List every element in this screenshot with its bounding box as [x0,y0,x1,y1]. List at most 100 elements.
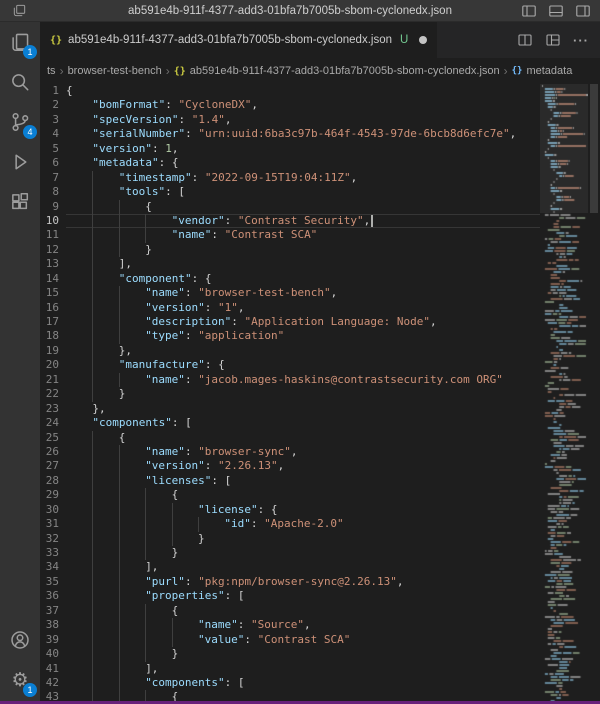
line-number[interactable]: 7 [40,171,66,185]
code-line-13[interactable]: 13], [40,257,540,271]
line-number[interactable]: 11 [40,228,66,242]
code-line-41[interactable]: 41], [40,662,540,676]
code-line-31[interactable]: 31"id": "Apache-2.0" [40,517,540,531]
toggle-secondary-sidebar-button[interactable] [574,2,592,20]
line-number[interactable]: 42 [40,676,66,690]
code-line-20[interactable]: 20"manufacture": { [40,358,540,372]
line-number[interactable]: 26 [40,445,66,459]
line-number[interactable]: 17 [40,315,66,329]
line-number[interactable]: 29 [40,488,66,502]
code-line-38[interactable]: 38"name": "Source", [40,618,540,632]
tab-sbom-json[interactable]: {} ab591e4b-911f-4377-add3-01bfa7b7005b-… [40,22,437,58]
line-number[interactable]: 30 [40,503,66,517]
code-line-36[interactable]: 36"properties": [ [40,589,540,603]
toggle-layout-button[interactable] [544,31,562,49]
line-number[interactable]: 36 [40,589,66,603]
code-line-16[interactable]: 16"version": "1", [40,301,540,315]
code-line-25[interactable]: 25{ [40,431,540,445]
code-line-11[interactable]: 11"name": "Contrast SCA" [40,228,540,242]
activity-item-explorer[interactable]: 1 [0,22,40,62]
activity-item-run-and-debug[interactable] [0,142,40,182]
breadcrumb-item[interactable]: {}ab591e4b-911f-4377-add3-01bfa7b7005b-s… [174,65,500,77]
breadcrumb-item[interactable]: {}metadata [512,65,573,77]
line-number[interactable]: 15 [40,286,66,300]
scrollbar-slider[interactable] [590,84,598,213]
line-number[interactable]: 27 [40,459,66,473]
code-line-6[interactable]: 6"metadata": { [40,156,540,170]
code-line-30[interactable]: 30"license": { [40,503,540,517]
line-number[interactable]: 9 [40,200,66,214]
code-line-37[interactable]: 37{ [40,604,540,618]
line-number[interactable]: 14 [40,272,66,286]
code-line-5[interactable]: 5"version": 1, [40,142,540,156]
code-line-23[interactable]: 23}, [40,402,540,416]
code-line-2[interactable]: 2"bomFormat": "CycloneDX", [40,98,540,112]
code-line-24[interactable]: 24"components": [ [40,416,540,430]
line-number[interactable]: 16 [40,301,66,315]
code-line-22[interactable]: 22} [40,387,540,401]
code-line-9[interactable]: 9{ [40,200,540,214]
line-number[interactable]: 4 [40,127,66,141]
code-line-21[interactable]: 21"name": "jacob.mages-haskins@contrasts… [40,373,540,387]
line-number[interactable]: 5 [40,142,66,156]
code-line-14[interactable]: 14"component": { [40,272,540,286]
code-line-8[interactable]: 8"tools": [ [40,185,540,199]
breadcrumb-item[interactable]: browser-test-bench [68,65,162,77]
code-line-17[interactable]: 17"description": "Application Language: … [40,315,540,329]
line-number[interactable]: 31 [40,517,66,531]
minimap-slider[interactable] [540,84,588,213]
line-number[interactable]: 25 [40,431,66,445]
vertical-scrollbar[interactable] [588,84,600,704]
code-line-27[interactable]: 27"version": "2.26.13", [40,459,540,473]
line-number[interactable]: 8 [40,185,66,199]
code-line-32[interactable]: 32} [40,532,540,546]
code-line-34[interactable]: 34], [40,560,540,574]
line-number[interactable]: 34 [40,560,66,574]
code-line-3[interactable]: 3"specVersion": "1.4", [40,113,540,127]
code-line-15[interactable]: 15"name": "browser-test-bench", [40,286,540,300]
line-number[interactable]: 32 [40,532,66,546]
activity-item-search[interactable] [0,62,40,102]
code-line-26[interactable]: 26"name": "browser-sync", [40,445,540,459]
code-line-1[interactable]: 1{ [40,84,540,98]
code-area[interactable]: 1{2"bomFormat": "CycloneDX",3"specVersio… [40,84,540,704]
code-line-33[interactable]: 33} [40,546,540,560]
line-number[interactable]: 6 [40,156,66,170]
code-line-4[interactable]: 4"serialNumber": "urn:uuid:6ba3c97b-464f… [40,127,540,141]
line-number[interactable]: 2 [40,98,66,112]
toggle-panel-button[interactable] [547,2,565,20]
minimap[interactable] [540,84,588,704]
line-number[interactable]: 40 [40,647,66,661]
code-line-12[interactable]: 12} [40,243,540,257]
activity-item-extensions[interactable] [0,182,40,222]
line-number[interactable]: 33 [40,546,66,560]
line-number[interactable]: 10 [40,214,66,228]
line-number[interactable]: 38 [40,618,66,632]
code-line-29[interactable]: 29{ [40,488,540,502]
line-number[interactable]: 37 [40,604,66,618]
more-actions-button[interactable]: ··· [572,31,590,49]
code-line-10[interactable]: 10"vendor": "Contrast Security", [40,214,540,228]
code-line-35[interactable]: 35"purl": "pkg:npm/browser-sync@2.26.13"… [40,575,540,589]
line-number[interactable]: 24 [40,416,66,430]
line-number[interactable]: 13 [40,257,66,271]
code-line-18[interactable]: 18"type": "application" [40,329,540,343]
line-number[interactable]: 35 [40,575,66,589]
line-number[interactable]: 41 [40,662,66,676]
code-line-28[interactable]: 28"licenses": [ [40,474,540,488]
line-number[interactable]: 12 [40,243,66,257]
line-number[interactable]: 18 [40,329,66,343]
line-number[interactable]: 23 [40,402,66,416]
line-number[interactable]: 22 [40,387,66,401]
code-line-42[interactable]: 42"components": [ [40,676,540,690]
line-number[interactable]: 39 [40,633,66,647]
activity-item-manage[interactable]: ⚙1 [0,660,40,700]
activity-item-accounts[interactable] [0,620,40,660]
toggle-primary-sidebar-button[interactable] [520,2,538,20]
code-line-40[interactable]: 40} [40,647,540,661]
line-number[interactable]: 1 [40,84,66,98]
breadcrumb-item[interactable]: ts [47,65,56,77]
split-editor-button[interactable] [516,31,534,49]
code-line-19[interactable]: 19}, [40,344,540,358]
code-line-7[interactable]: 7"timestamp": "2022-09-15T19:04:11Z", [40,171,540,185]
